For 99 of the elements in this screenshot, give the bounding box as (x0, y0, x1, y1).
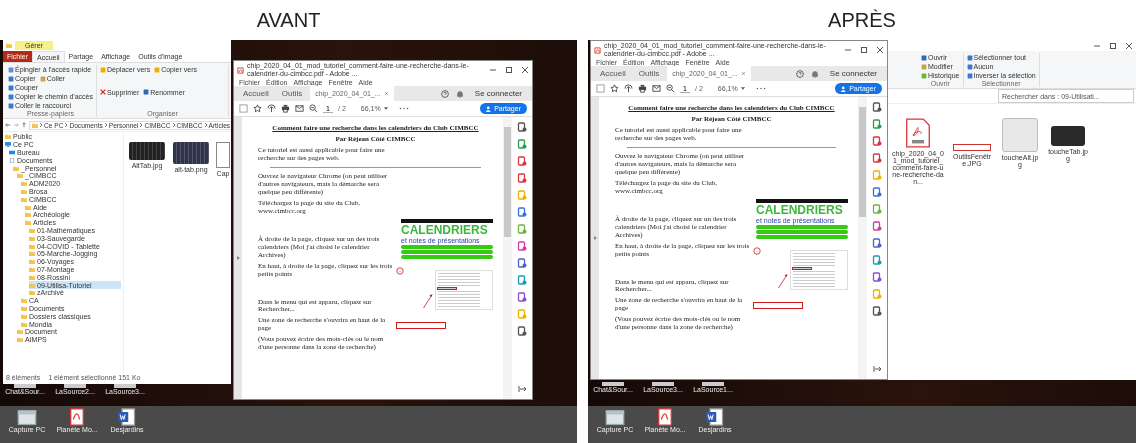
close-icon[interactable] (521, 66, 529, 75)
tool-icon[interactable] (872, 221, 882, 232)
chevron-icon (139, 122, 144, 128)
close-icon[interactable] (876, 46, 884, 55)
pdf-app-icon (237, 66, 244, 74)
maximize-icon[interactable] (505, 66, 513, 75)
tool-icon[interactable] (872, 238, 882, 249)
expand-arrow-icon[interactable] (593, 236, 597, 241)
back-arrow-icon[interactable] (5, 122, 11, 128)
zoom-out-icon[interactable] (666, 84, 675, 94)
tool-icon[interactable] (517, 292, 527, 303)
circle-mark (753, 246, 761, 255)
word-document-icon[interactable] (117, 408, 137, 426)
collapse-panel-icon[interactable] (872, 364, 882, 374)
expand-arrow-icon[interactable] (236, 256, 240, 261)
panel-caption: AVANT (255, 7, 322, 33)
computer-icon (5, 142, 11, 148)
bell-icon[interactable] (455, 89, 464, 98)
tool-icon[interactable] (517, 258, 527, 269)
star-icon[interactable] (253, 104, 262, 114)
scrollbar-thumb[interactable] (859, 107, 866, 218)
maximize-icon[interactable] (1109, 41, 1117, 50)
tool-icon[interactable] (517, 156, 527, 167)
upload-icon[interactable] (267, 104, 276, 114)
tool-icon[interactable] (517, 207, 527, 218)
sign-in-link[interactable]: Se connecter (468, 88, 528, 100)
print-icon[interactable] (638, 84, 647, 94)
menu-screenshot (790, 249, 848, 290)
command-icon (154, 66, 161, 73)
tab[interactable]: Outils (276, 86, 308, 102)
close-icon[interactable] (1125, 41, 1133, 50)
tab[interactable]: Outils (633, 66, 665, 82)
tool-icon[interactable] (872, 306, 882, 317)
word-document-icon[interactable] (705, 408, 725, 426)
command-icon (143, 89, 150, 95)
tab[interactable]: Accueil (595, 66, 631, 82)
tool-icon[interactable] (872, 102, 882, 113)
more-icon[interactable] (398, 107, 409, 111)
pdf-file-icon (905, 118, 931, 148)
key-photo (1002, 118, 1038, 152)
tool-icon[interactable] (517, 326, 527, 337)
keyboard-photo (173, 142, 209, 164)
tool-icon[interactable] (517, 139, 527, 150)
keyboard-photo (129, 142, 165, 160)
more-icon[interactable] (755, 87, 766, 91)
pdf-app-icon (594, 46, 601, 54)
scrollbar-thumb[interactable] (504, 127, 511, 238)
tool-icon[interactable] (872, 136, 882, 147)
maximize-icon[interactable] (860, 46, 868, 55)
command-icon (39, 75, 46, 82)
person-icon (841, 85, 848, 92)
folder-icon (5, 134, 11, 140)
search-bar-thumbnail (396, 321, 446, 329)
menu-screenshot (435, 269, 493, 310)
tool-icon[interactable] (872, 187, 882, 198)
tool-icon[interactable] (517, 241, 527, 252)
tool-icon[interactable] (872, 272, 882, 283)
help-icon[interactable] (795, 69, 804, 78)
search-bar-thumbnail (753, 301, 803, 309)
chevron-icon (171, 122, 176, 128)
key-photo (1051, 126, 1085, 146)
document-icon (9, 157, 15, 163)
tool-icon[interactable] (872, 153, 882, 164)
pdf-file-icon[interactable] (67, 408, 87, 426)
mail-icon[interactable] (295, 104, 304, 114)
folder-icon (32, 122, 38, 128)
pdf-file-icon[interactable] (655, 408, 675, 426)
circle-mark (396, 266, 404, 275)
delete-icon (100, 89, 106, 95)
desktop-icon (9, 150, 15, 155)
chevron-icon (39, 122, 43, 128)
command-icon (100, 66, 106, 73)
tool-icon[interactable] (517, 122, 527, 133)
tab[interactable]: Accueil (238, 86, 274, 102)
sign-in-link[interactable]: Se connecter (823, 68, 883, 80)
up-arrow-icon[interactable] (21, 122, 27, 128)
tool-icon[interactable] (872, 119, 882, 130)
tool-icon[interactable] (872, 255, 882, 266)
tool-icon[interactable] (517, 275, 527, 286)
upload-icon[interactable] (624, 84, 633, 94)
help-icon[interactable] (440, 89, 449, 98)
toolbar-thumbnail (953, 144, 991, 151)
caret-icon (740, 87, 745, 91)
tool-icon[interactable] (517, 173, 527, 184)
mail-icon[interactable] (652, 84, 661, 94)
chevron-icon (203, 122, 208, 128)
panel-caption: APRÈS (827, 7, 897, 33)
folder-icon (6, 43, 12, 48)
chevron-icon (64, 122, 69, 128)
person-icon (486, 105, 493, 112)
bell-icon[interactable] (810, 69, 819, 78)
collapse-panel-icon[interactable] (517, 384, 527, 394)
chevron-icon (103, 122, 108, 128)
caret-icon (383, 107, 388, 111)
print-icon[interactable] (281, 104, 290, 114)
screenshot-file-icon[interactable] (17, 408, 37, 426)
screenshot-file-icon[interactable] (605, 408, 625, 426)
star-icon[interactable] (610, 84, 619, 94)
zoom-out-icon[interactable] (309, 104, 318, 114)
